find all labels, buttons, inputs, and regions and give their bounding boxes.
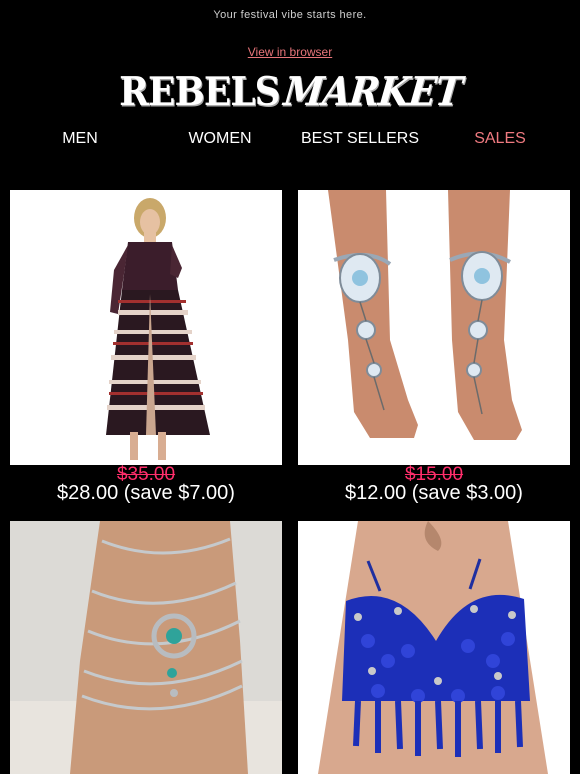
- product-image-maxi-dress[interactable]: [10, 190, 282, 465]
- preheader-text: Your festival vibe starts here.: [213, 9, 367, 21]
- product-sale-price: $12.00 (save $3.00): [345, 482, 523, 504]
- nav-sales[interactable]: SALES: [430, 130, 570, 148]
- product-card-anklet[interactable]: [10, 521, 282, 774]
- product-sale-price: $28.00 (save $7.00): [57, 482, 235, 504]
- view-in-browser-link[interactable]: View in browser: [0, 45, 580, 59]
- product-image-foot-chain[interactable]: [298, 190, 570, 465]
- product-image-silver-anklet[interactable]: [10, 521, 282, 774]
- nav-women[interactable]: WOMEN: [150, 130, 290, 148]
- nav-best-sellers[interactable]: BEST SELLERS: [290, 130, 430, 148]
- main-nav: MEN WOMEN BEST SELLERS SALES: [10, 130, 570, 150]
- product-image-sequin-bra-top[interactable]: [298, 521, 570, 774]
- logo-market-text: MARKET: [281, 68, 464, 116]
- logo-rebels-text: REBELS: [119, 68, 281, 116]
- product-card-sequin-top[interactable]: [298, 521, 570, 774]
- product-card-dress[interactable]: $35.00 $28.00 (save $7.00): [10, 190, 282, 503]
- nav-men[interactable]: MEN: [10, 130, 150, 148]
- product-card-foot-chain[interactable]: $15.00 $12.00 (save $3.00): [298, 190, 570, 503]
- rebels-market-logo[interactable]: REBELSMARKET: [0, 68, 580, 116]
